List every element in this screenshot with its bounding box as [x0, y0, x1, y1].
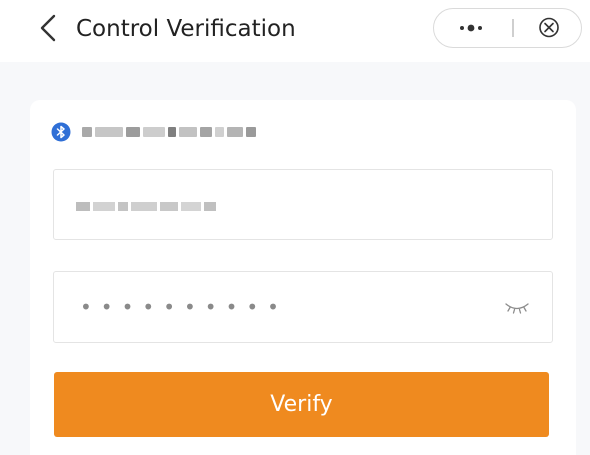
- device-name-redacted: [82, 122, 302, 142]
- verify-button[interactable]: Verify: [54, 372, 549, 437]
- close-circle-icon: [539, 17, 559, 38]
- password-masked-value: ••••••••••: [80, 295, 288, 319]
- more-button[interactable]: [434, 9, 508, 46]
- password-field[interactable]: ••••••••••: [53, 271, 553, 343]
- username-value-redacted: [76, 199, 246, 213]
- more-dots-icon: [460, 24, 482, 32]
- close-button[interactable]: [518, 9, 580, 46]
- bluetooth-icon: [51, 122, 71, 142]
- eye-closed-icon[interactable]: [504, 297, 530, 317]
- page-title: Control Verification: [76, 16, 296, 42]
- chevron-left-icon[interactable]: [34, 12, 66, 44]
- verification-card: •••••••••• Verify: [30, 100, 576, 455]
- mini-program-capsule: [433, 8, 582, 48]
- nav-header: Control Verification: [0, 0, 590, 62]
- username-field[interactable]: [53, 169, 553, 240]
- capsule-divider: [512, 19, 514, 37]
